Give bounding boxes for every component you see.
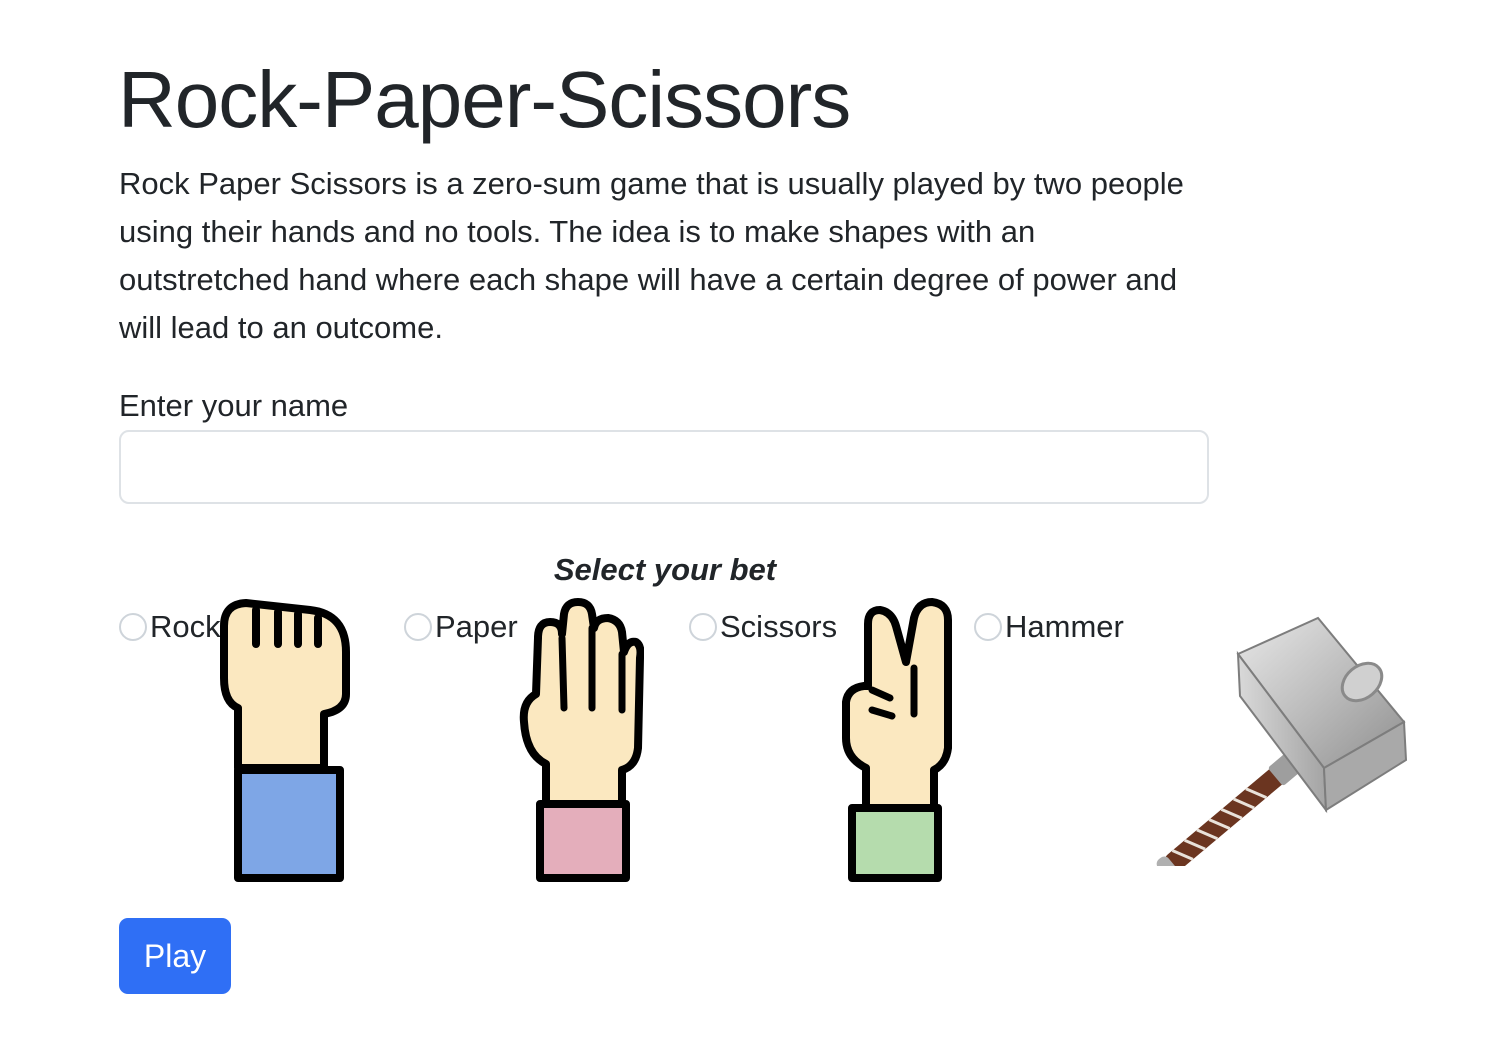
name-input[interactable] bbox=[119, 430, 1209, 504]
intro-paragraph: Rock Paper Scissors is a zero-sum game t… bbox=[119, 166, 1184, 345]
bet-heading: Select your bet bbox=[553, 552, 777, 587]
victory-hand-icon[interactable] bbox=[842, 598, 956, 884]
open-hand-icon[interactable] bbox=[518, 598, 644, 884]
play-button[interactable]: Play bbox=[119, 918, 231, 994]
bet-option-hammer[interactable]: Hammer bbox=[974, 604, 1124, 650]
bet-option-rock[interactable]: Rock bbox=[119, 604, 221, 650]
hammer-radio[interactable] bbox=[974, 613, 1002, 641]
paper-label: Paper bbox=[435, 609, 518, 644]
rock-label: Rock bbox=[150, 609, 221, 644]
paper-radio[interactable] bbox=[404, 613, 432, 641]
scissors-label: Scissors bbox=[720, 609, 838, 644]
page-title: Rock-Paper-Scissors bbox=[118, 55, 851, 144]
bet-option-scissors[interactable]: Scissors bbox=[689, 604, 837, 650]
bet-option-paper[interactable]: Paper bbox=[404, 604, 518, 650]
hammer-label: Hammer bbox=[1005, 609, 1124, 644]
name-label: Enter your name bbox=[119, 388, 349, 423]
hammer-icon[interactable] bbox=[1130, 610, 1410, 866]
fist-icon[interactable] bbox=[220, 598, 352, 884]
rock-radio[interactable] bbox=[119, 613, 147, 641]
scissors-radio[interactable] bbox=[689, 613, 717, 641]
